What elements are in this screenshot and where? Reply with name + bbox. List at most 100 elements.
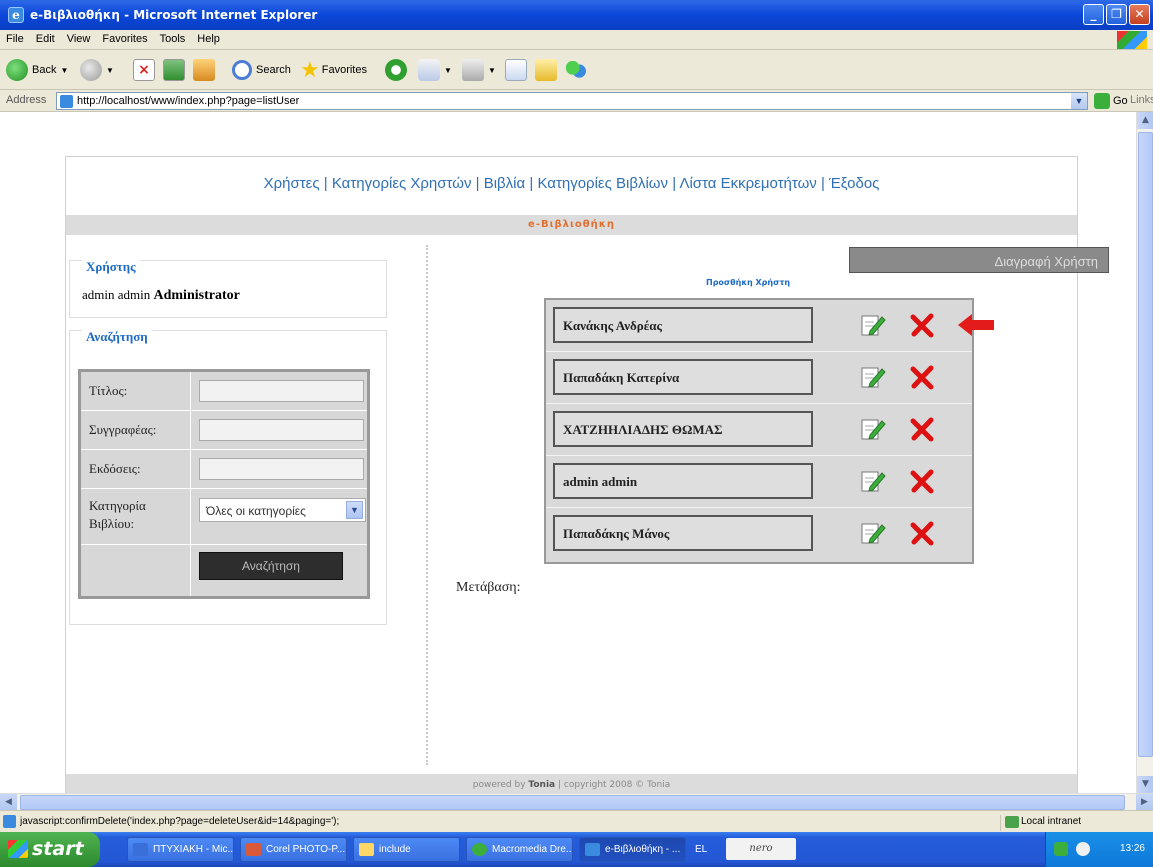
address-bar: Address http://localhost/www/index.php?p… [0,90,1153,112]
add-user-link[interactable]: Προσθήκη Χρήστη [706,278,790,287]
print-button[interactable]: ▼ [462,58,496,82]
messenger-button[interactable] [565,58,587,82]
user-name-cell: Παπαδάκης Μάνος [553,515,813,551]
close-button[interactable]: ✕ [1129,4,1150,25]
menu-edit[interactable]: Edit [30,30,61,48]
chevron-down-icon[interactable]: ▼ [346,501,363,519]
stop-icon: × [133,59,155,81]
discuss-button[interactable] [535,58,557,82]
address-input[interactable]: http://localhost/www/index.php?page=list… [56,92,1088,110]
ie-logo-icon [585,843,600,856]
forward-button[interactable]: ▼ [80,58,114,82]
nav-link-logout[interactable]: Έξοδος [829,175,879,192]
menu-file[interactable]: File [0,30,30,48]
mail-button[interactable]: ▼ [418,58,452,82]
author-input[interactable] [199,419,364,441]
clock: 13:26 [1119,843,1145,854]
taskbar-item-corel[interactable]: Corel PHOTO-P... [240,837,347,862]
scroll-right-icon[interactable]: ▶ [1136,794,1153,811]
address-url: http://localhost/www/index.php?page=list… [77,95,300,107]
user-role: Administrator [153,288,240,303]
nav-link-book-categories[interactable]: Κατηγορίες Βιβλίων [537,175,668,192]
scroll-left-icon[interactable]: ◀ [0,794,17,811]
search-button[interactable]: Search [232,58,291,82]
delete-icon[interactable] [910,520,936,546]
links-button[interactable]: Links [1130,94,1153,106]
site-brand: e-Βιβλιοθήκη [528,219,615,230]
status-text: javascript:confirmDelete('index.php?page… [20,816,340,827]
chevron-down-icon[interactable]: ▼ [1071,93,1087,109]
nav-separator: | [529,175,534,192]
title-input[interactable] [199,380,364,402]
goto-label: Μετάβαση: [456,580,521,595]
page-icon [60,95,73,108]
delete-icon[interactable] [910,364,936,390]
menu-tools[interactable]: Tools [154,30,192,48]
edit-icon[interactable] [860,312,886,338]
delete-icon[interactable] [910,416,936,442]
back-label: Back [32,64,57,76]
column-divider [426,245,428,765]
taskbar-item-include[interactable]: include [353,837,460,862]
taskbar-item-dreamweaver[interactable]: Macromedia Dre... [466,837,573,862]
tray-volume-icon[interactable] [1076,842,1090,856]
search-icon [232,60,252,80]
delete-user-banner: Διαγραφή Χρήστη [849,247,1109,273]
home-button[interactable] [193,58,215,82]
chevron-down-icon: ▼ [60,65,69,75]
toolbar: Back ▼ ▼ × Search ★ Favorites ▼ ▼ [0,50,1153,90]
nav-link-pending-list[interactable]: Λίστα Εκκρεμοτήτων [679,175,816,192]
footer-author: Tonia [528,780,556,790]
horizontal-scrollbar[interactable]: ◀ ▶ [0,793,1153,811]
horizontal-scroll-thumb[interactable] [20,795,1125,810]
scroll-down-icon[interactable]: ▼ [1137,776,1153,793]
edit-icon[interactable] [860,416,886,442]
category-select[interactable]: Όλες οι κατηγορίες ▼ [199,498,366,522]
minimize-button[interactable]: _ [1083,4,1104,25]
nav-link-user-categories[interactable]: Κατηγορίες Χρηστών [332,175,472,192]
taskbar-item-label: e-Βιβλιοθήκη - ... [605,844,681,855]
user-first-name: admin [82,287,115,302]
delete-icon[interactable] [910,468,936,494]
nav-link-books[interactable]: Βιβλία [484,175,525,192]
user-name-cell: admin admin [553,463,813,499]
maximize-button[interactable]: ❐ [1106,4,1127,25]
publisher-input[interactable] [199,458,364,480]
windows-flag-icon [1117,31,1147,49]
taskbar-item-ie[interactable]: e-Βιβλιοθήκη - ... [579,837,686,862]
user-box-title: Χρήστης [82,259,140,275]
taskbar-item-word[interactable]: ΠΤΥΧΙΑΚΗ - Mic... [127,837,234,862]
menu-view[interactable]: View [61,30,97,48]
back-button[interactable]: Back ▼ [6,58,68,82]
ie-logo-icon: e [8,7,24,23]
nero-logo[interactable]: nero [726,838,796,860]
edit-icon[interactable] [860,364,886,390]
stop-button[interactable]: × [133,58,155,82]
favorites-button[interactable]: ★ Favorites [300,57,367,82]
tray-network-icon[interactable] [1054,842,1068,856]
taskbar-item-label: Corel PHOTO-P... [266,844,346,855]
edit-icon[interactable] [860,468,886,494]
refresh-button[interactable] [163,58,185,82]
vertical-scrollbar[interactable]: ▲ ▼ [1136,112,1153,793]
page-viewport: Χρήστες | Κατηγορίες Χρηστών | Βιβλία | … [0,112,1136,793]
scroll-up-icon[interactable]: ▲ [1137,112,1153,129]
windows-logo-icon [8,840,28,858]
edit-icon[interactable] [860,520,886,546]
nav-link-users[interactable]: Χρήστες [264,175,320,192]
start-button[interactable]: start [0,832,100,867]
search-submit-button[interactable]: Αναζήτηση [199,552,343,580]
home-icon [193,59,215,81]
menu-help[interactable]: Help [191,30,226,48]
taskbar-item-label: Macromedia Dre... [492,844,573,855]
history-button[interactable] [385,58,407,82]
delete-icon[interactable] [910,312,936,338]
go-label: Go [1113,95,1128,107]
user-info-box: Χρήστης admin admin Administrator [69,259,387,318]
chevron-down-icon: ▼ [488,65,496,75]
go-button[interactable]: Go [1094,93,1128,109]
menu-favorites[interactable]: Favorites [96,30,153,48]
edit-page-button[interactable] [505,58,527,82]
language-indicator[interactable]: EL [695,844,707,855]
vertical-scroll-thumb[interactable] [1138,132,1153,757]
